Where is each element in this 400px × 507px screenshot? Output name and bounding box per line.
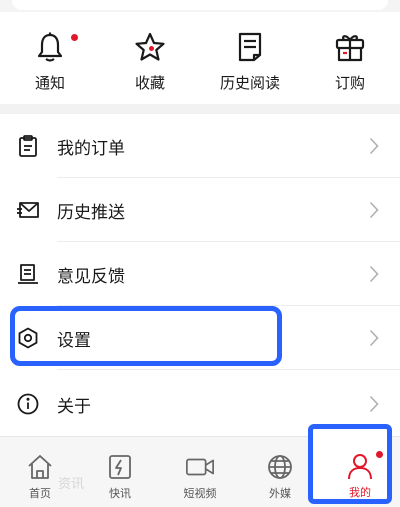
tab-label: 我的 bbox=[349, 486, 371, 499]
quick-action-label: 历史阅读 bbox=[219, 74, 280, 92]
tab-label: 首页 bbox=[29, 487, 51, 500]
notification-badge bbox=[71, 34, 78, 41]
menu-list: 我的订单 历史推送 意见反馈 设置 关于 bbox=[0, 114, 400, 436]
settings-highlight-box bbox=[10, 306, 282, 366]
video-icon bbox=[185, 453, 215, 481]
quick-action-notifications[interactable]: 通知 bbox=[10, 12, 90, 93]
user-icon bbox=[345, 451, 383, 480]
home-icon bbox=[25, 453, 55, 481]
tab-flash-news[interactable]: 快讯 bbox=[80, 437, 160, 507]
menu-item-label: 意见反馈 bbox=[57, 266, 125, 287]
tab-home[interactable]: 首页 bbox=[0, 437, 80, 507]
quick-action-label: 通知 bbox=[34, 74, 65, 92]
tab-label: 外媒 bbox=[269, 487, 291, 500]
chevron-right-icon bbox=[368, 394, 380, 414]
top-strip bbox=[0, 0, 400, 12]
bell-icon bbox=[33, 30, 78, 64]
clipboard-icon bbox=[16, 134, 40, 158]
menu-item-label: 关于 bbox=[57, 396, 91, 417]
chevron-right-icon bbox=[368, 136, 380, 156]
quick-action-label: 收藏 bbox=[134, 74, 165, 92]
tab-short-video[interactable]: 短视频 bbox=[160, 437, 240, 507]
tab-label: 快讯 bbox=[109, 487, 131, 500]
chevron-right-icon bbox=[368, 264, 380, 284]
star-icon bbox=[133, 30, 167, 64]
chevron-right-icon bbox=[368, 200, 380, 220]
feedback-icon bbox=[16, 262, 40, 286]
me-badge bbox=[376, 451, 383, 458]
menu-item-my-orders[interactable]: 我的订单 bbox=[0, 114, 400, 178]
quick-actions-card: 通知 收藏 历史阅读 订购 bbox=[0, 12, 400, 104]
info-icon bbox=[16, 392, 40, 416]
flash-news-icon bbox=[105, 453, 135, 481]
envelope-icon bbox=[16, 198, 40, 222]
quick-action-label: 订购 bbox=[334, 74, 365, 92]
tab-label: 短视频 bbox=[183, 487, 217, 500]
watermark: 资讯 bbox=[58, 477, 85, 492]
menu-item-feedback[interactable]: 意见反馈 bbox=[0, 242, 400, 306]
document-icon bbox=[233, 30, 267, 64]
quick-action-history[interactable]: 历史阅读 bbox=[210, 12, 290, 93]
gift-box-icon bbox=[333, 30, 367, 64]
chevron-right-icon bbox=[368, 328, 380, 348]
quick-action-subscribe[interactable]: 订购 bbox=[310, 12, 390, 93]
divider bbox=[57, 369, 400, 370]
menu-item-label: 我的订单 bbox=[57, 138, 125, 159]
menu-item-label: 历史推送 bbox=[57, 202, 125, 223]
menu-item-push-history[interactable]: 历史推送 bbox=[0, 178, 400, 242]
quick-action-favorites[interactable]: 收藏 bbox=[110, 12, 190, 93]
tab-me[interactable]: 我的 bbox=[320, 436, 400, 506]
globe-icon bbox=[265, 453, 295, 481]
